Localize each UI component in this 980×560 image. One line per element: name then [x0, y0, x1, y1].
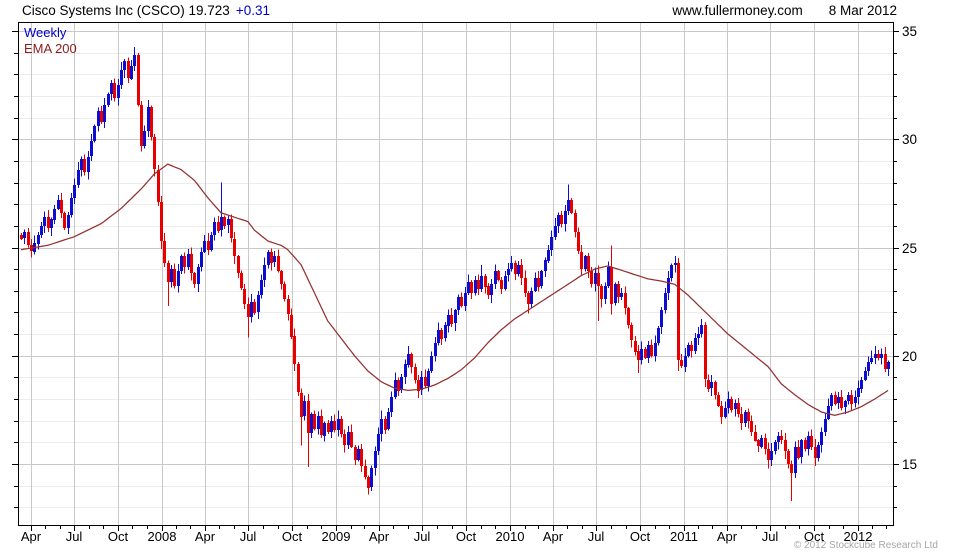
x-axis-label: Oct	[630, 529, 651, 544]
x-axis-label: 2008	[148, 529, 177, 544]
x-axis-label: Apr	[543, 529, 564, 544]
x-axis-label: Jul	[588, 529, 605, 544]
legend-ema: EMA 200	[24, 41, 77, 56]
x-axis-label: Jul	[66, 529, 83, 544]
x-axis-label: Oct	[282, 529, 303, 544]
y-axis-label: 15	[902, 457, 917, 472]
copyright-notice: © 2012 Stockcube Research Ltd	[793, 540, 938, 551]
price-chart: Apr Jul Oct 2008 Apr Jul Oct 2009 Apr Jul Oct 2010 A…	[12, 22, 917, 544]
y-axis-label: 20	[902, 349, 917, 364]
chart-page: Cisco Systems Inc (CSCO) 19.723 +0.31 www…	[0, 0, 980, 560]
x-axis-label: Jul	[414, 529, 431, 544]
legend-timeframe: Weekly	[24, 25, 67, 40]
x-axis-label: 2011	[670, 529, 698, 544]
x-axis-label: Apr	[717, 529, 738, 544]
x-axis-label: Apr	[21, 529, 42, 544]
x-axis-label: Oct	[456, 529, 477, 544]
x-axis-label: 2009	[322, 529, 351, 544]
candles	[20, 47, 890, 501]
x-axis-label: 2010	[496, 529, 525, 544]
x-axis-label: Jul	[240, 529, 257, 544]
y-axis-label: 30	[902, 132, 917, 147]
y-axis-label: 35	[902, 24, 917, 39]
x-axis-label: Oct	[108, 529, 129, 544]
x-axis-label: Apr	[195, 529, 216, 544]
x-axis-label: Apr	[369, 529, 390, 544]
y-axis-label: 25	[902, 241, 917, 256]
plot-frame	[18, 22, 894, 526]
x-axis-label: Jul	[762, 529, 779, 544]
